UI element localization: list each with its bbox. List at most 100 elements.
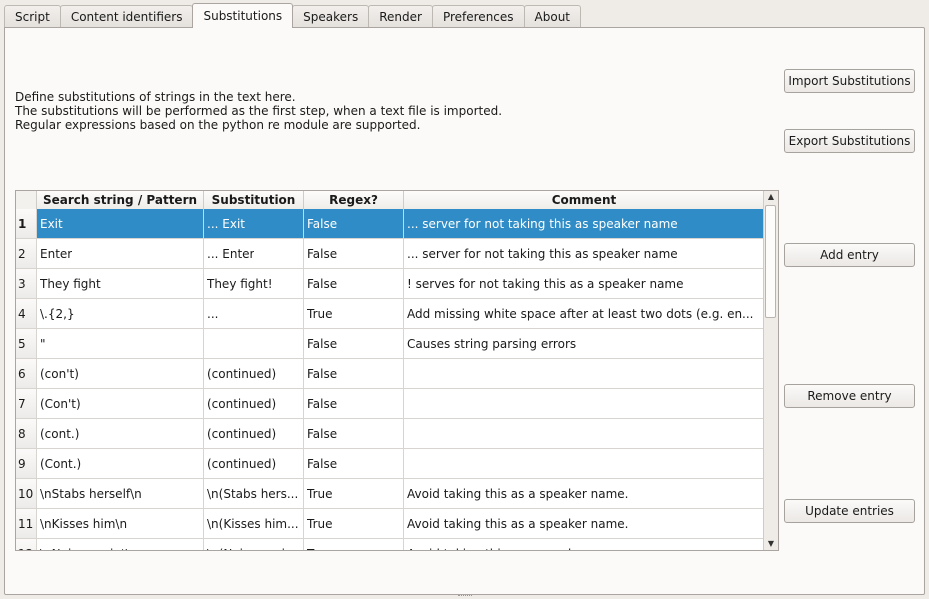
table-row[interactable]: 6 (con't) (continued) False: [16, 359, 764, 389]
cell-pattern[interactable]: They fight: [37, 269, 204, 298]
cell-pattern[interactable]: (con't): [37, 359, 204, 388]
cell-comment[interactable]: Add missing white space after at least t…: [404, 299, 764, 328]
cell-comment[interactable]: Avoid taking this as a speaker name.: [404, 509, 764, 538]
row-number[interactable]: 1: [16, 209, 37, 238]
scroll-up-arrow-icon[interactable]: ▲: [764, 191, 778, 203]
table-row[interactable]: 9 (Cont.) (continued) False: [16, 449, 764, 479]
row-number-text: 7: [18, 396, 26, 411]
cell-regex[interactable]: True: [304, 539, 404, 550]
cell-regex[interactable]: True: [304, 479, 404, 508]
cell-comment[interactable]: ! serves for not taking this as a speake…: [404, 269, 764, 298]
cell-substitution[interactable]: (continued): [204, 419, 304, 448]
table-row[interactable]: 4 \.{2,}... True Add missing white space af…: [16, 299, 764, 329]
import-substitutions-button[interactable]: Import Substitutions: [784, 69, 915, 93]
table-row[interactable]: 10 \nStabs herself\n \n(Stabs hers... True A…: [16, 479, 764, 509]
add-entry-button[interactable]: Add entry: [784, 243, 915, 267]
table-row[interactable]: 7 (Con't) (continued) False: [16, 389, 764, 419]
cell-substitution[interactable]: \n(Stabs hers...: [204, 479, 304, 508]
row-number[interactable]: 2: [16, 239, 37, 268]
cell-comment[interactable]: [404, 419, 764, 448]
scrollbar-thumb[interactable]: [765, 205, 776, 318]
cell-regex[interactable]: False: [304, 269, 404, 298]
row-number[interactable]: 9: [16, 449, 37, 478]
cell-comment[interactable]: ... server for not taking this as speake…: [404, 209, 764, 238]
cell-pattern[interactable]: (Cont.): [37, 449, 204, 478]
cell-regex[interactable]: False: [304, 239, 404, 268]
cell-comment[interactable]: Avoid taking this as a speaker name.: [404, 539, 764, 551]
cell-regex[interactable]: False: [304, 209, 404, 238]
cell-comment[interactable]: [404, 359, 764, 388]
cell-pattern[interactable]: (Con't): [37, 389, 204, 418]
row-number[interactable]: 5: [16, 329, 37, 358]
cell-pattern[interactable]: \nStabs herself\n: [37, 479, 204, 508]
tab-preferences[interactable]: Preferences: [431, 5, 525, 28]
cell-pattern[interactable]: ": [37, 329, 204, 358]
row-number-text: 11: [18, 516, 34, 531]
row-number[interactable]: 12: [16, 539, 37, 550]
cell-substitution[interactable]: ...: [204, 299, 304, 328]
cell-regex[interactable]: False: [304, 389, 404, 418]
row-number[interactable]: 11: [16, 509, 37, 538]
resize-grip[interactable]: [458, 595, 472, 599]
table-row[interactable]: 11 \nKisses him\n \n(Kisses him... True Avoi…: [16, 509, 764, 539]
table-row[interactable]: 12 \nNoises point\n \n(Noises poi... True Av…: [16, 539, 764, 551]
remove-entry-button[interactable]: Remove entry: [784, 384, 915, 408]
column-header-pattern[interactable]: Search string / Pattern: [37, 191, 204, 209]
cell-pattern[interactable]: \nKisses him\n: [37, 509, 204, 538]
table-row[interactable]: 2 Enter ... Enter False ... server for not t…: [16, 239, 764, 269]
table-row[interactable]: 3 They fight They fight! False ! serves for …: [16, 269, 764, 299]
cell-regex[interactable]: False: [304, 359, 404, 388]
cell-comment[interactable]: ... server for not taking this as speake…: [404, 239, 764, 268]
corner-cell[interactable]: [16, 191, 37, 209]
tab-render[interactable]: Render: [368, 5, 433, 28]
cell-pattern[interactable]: \.{2,}: [37, 299, 204, 328]
column-header-regex[interactable]: Regex?: [304, 191, 404, 209]
substitutions-table[interactable]: Search string / Pattern Substitution Reg…: [15, 190, 779, 551]
cell-regex[interactable]: True: [304, 509, 404, 538]
table-row[interactable]: 1 Exit ... Exit False ... server for not tak…: [16, 209, 764, 239]
cell-regex[interactable]: False: [304, 419, 404, 448]
cell-regex[interactable]: False: [304, 449, 404, 478]
row-number[interactable]: 8: [16, 419, 37, 448]
cell-pattern-text: (Con't): [40, 396, 81, 411]
tab-speakers[interactable]: Speakers: [292, 5, 370, 28]
cell-pattern[interactable]: \nNoises point\n: [37, 539, 204, 550]
cell-substitution[interactable]: ... Enter: [204, 239, 304, 268]
cell-pattern[interactable]: Enter: [37, 239, 204, 268]
table-row[interactable]: 5 " False Causes string parsing errors: [16, 329, 764, 359]
tab-script[interactable]: Script: [4, 5, 61, 28]
vertical-scrollbar[interactable]: ▲ ▼: [763, 191, 778, 550]
cell-substitution[interactable]: ... Exit: [204, 209, 304, 238]
row-number[interactable]: 4: [16, 299, 37, 328]
cell-substitution[interactable]: \n(Noises poi...: [204, 539, 304, 550]
cell-substitution-text: (continued): [207, 426, 277, 441]
cell-regex[interactable]: True: [304, 299, 404, 328]
row-number[interactable]: 6: [16, 359, 37, 388]
update-entries-button[interactable]: Update entries: [784, 499, 915, 523]
cell-comment[interactable]: [404, 389, 764, 418]
cell-comment[interactable]: Causes string parsing errors: [404, 329, 764, 358]
cell-comment[interactable]: Avoid taking this as a speaker name.: [404, 479, 764, 508]
cell-regex[interactable]: False: [304, 329, 404, 358]
tab-about[interactable]: About: [523, 5, 582, 28]
cell-substitution[interactable]: \n(Kisses him...: [204, 509, 304, 538]
cell-pattern[interactable]: (cont.): [37, 419, 204, 448]
cell-substitution[interactable]: They fight!: [204, 269, 304, 298]
cell-substitution-text: ... Exit: [207, 216, 245, 231]
tab-substitutions[interactable]: Substitutions: [192, 3, 294, 28]
row-number[interactable]: 10: [16, 479, 37, 508]
cell-substitution[interactable]: (continued): [204, 359, 304, 388]
cell-substitution[interactable]: (continued): [204, 449, 304, 478]
tab-content-identifiers[interactable]: Content identifiers: [59, 5, 194, 28]
column-header-comment[interactable]: Comment: [404, 191, 764, 209]
row-number[interactable]: 3: [16, 269, 37, 298]
scroll-down-arrow-icon[interactable]: ▼: [764, 538, 778, 550]
table-row[interactable]: 8 (cont.) (continued) False: [16, 419, 764, 449]
row-number[interactable]: 7: [16, 389, 37, 418]
cell-pattern[interactable]: Exit: [37, 209, 204, 238]
export-substitutions-button[interactable]: Export Substitutions: [784, 129, 915, 153]
cell-substitution[interactable]: [204, 329, 304, 358]
cell-substitution[interactable]: (continued): [204, 389, 304, 418]
column-header-substitution[interactable]: Substitution: [204, 191, 304, 209]
cell-comment[interactable]: [404, 449, 764, 478]
